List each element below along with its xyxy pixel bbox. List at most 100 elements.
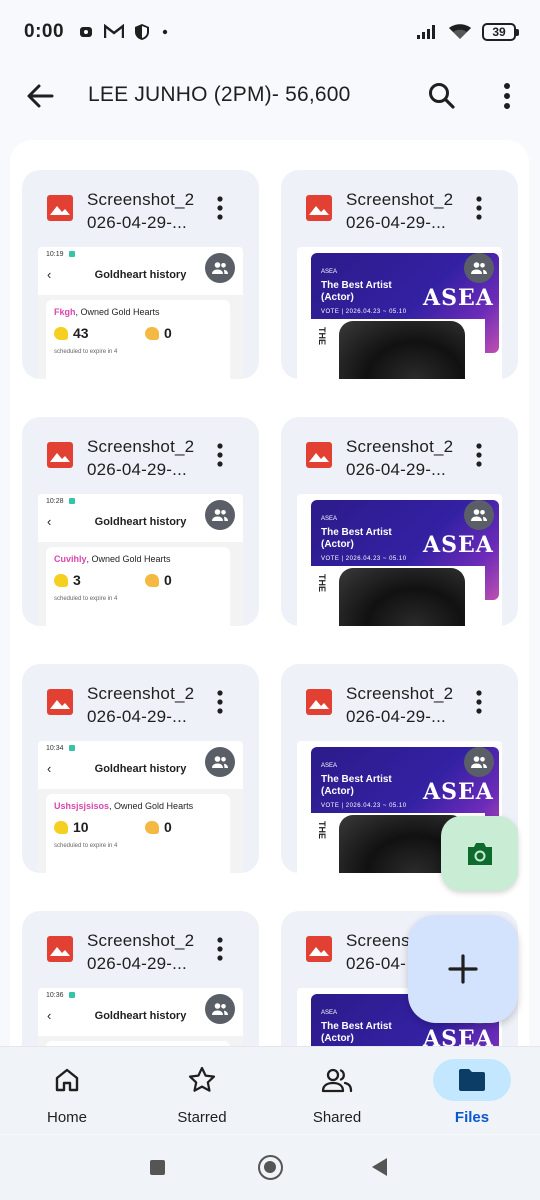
nav-files-label: Files [454,1109,490,1126]
thumb-app-dot-icon [68,992,75,998]
thumb-user-line: Cuvihly, Owned Gold Hearts [54,554,222,564]
thumb-owned-label: , Owned Gold Hearts [75,307,160,317]
thumb-time: 10:19 [46,250,64,258]
asea-title-line2: (Actor) [321,1033,354,1044]
thumb-owned-label: , Owned Gold Hearts [86,554,171,564]
file-thumbnail[interactable]: ASEA The Best Artist (Actor) VOTE | 2026.… [297,494,502,626]
thumb-app-dot-icon [68,251,75,257]
file-card[interactable]: Screenshot_2 026-04-29-... 10:36 ‹ Goldh… [22,911,259,1046]
shared-people-icon [464,747,494,777]
file-more-button[interactable] [469,441,489,471]
image-file-icon [306,442,332,468]
file-thumbnail[interactable]: 10:19 ‹ Goldheart history Fkgh, Owned Go… [38,247,243,379]
file-card-header: Screenshot_2 026-04-29-... [281,664,518,740]
asea-title: The Best Artist (Actor) [321,527,392,551]
file-more-button[interactable] [210,441,230,471]
thumb-panel: Ushsjsjsisos, Owned Gold Hearts 10 0 sch… [38,789,243,873]
file-name: Screenshot_2 026-04-29-... [346,684,454,726]
back-button[interactable] [22,78,58,114]
recents-button[interactable] [150,1160,165,1175]
file-more-button[interactable] [210,688,230,718]
thumb-half-count: 0 [164,325,172,341]
file-card[interactable]: Screenshot_2 026-04-29-... 10:28 ‹ Goldh… [22,417,259,626]
thumb-panel: Fkgh, Owned Gold Hearts 43 0 scheduled t… [38,295,243,379]
thumb-card: Cuvihly, Owned Gold Hearts 3 0 scheduled… [46,547,230,626]
battery-level: 39 [492,25,506,39]
search-button[interactable] [424,78,460,114]
file-thumbnail[interactable]: ASEA The Best Artist (Actor) VOTE | 2026.… [297,247,502,379]
asea-strip-text: THE [317,327,327,345]
file-card[interactable]: Screenshot_2 026-04-29-... 10:34 ‹ Goldh… [22,664,259,873]
status-time: 0:00 [24,21,65,42]
shared-people-icon [205,253,235,283]
shared-people-icon [205,747,235,777]
file-more-button[interactable] [469,194,489,224]
game-icon [80,27,93,37]
file-card-header: Screenshot_2 026-04-29-... [22,664,259,740]
more-vert-icon [476,196,482,220]
nav-files[interactable]: Files [433,1059,540,1129]
gold-heart-icon [54,820,68,834]
more-vert-icon [504,83,510,109]
new-file-button[interactable] [408,915,518,1023]
thumb-hearts-count: 10 [73,819,89,835]
home-button[interactable] [258,1155,283,1180]
asea-small-label: ASEA [321,1010,338,1016]
shared-people-icon [205,994,235,1024]
asea-title: The Best Artist (Actor) [321,1021,392,1045]
file-card[interactable]: Screenshot_2 026-04-29-... ASEA The Best… [281,170,518,379]
thumb-hearts-count: 43 [73,325,89,341]
asea-strip-text: THE [317,821,327,839]
people-icon [321,1068,353,1093]
asea-logo: ASEA [423,285,494,311]
shield-icon [135,24,150,40]
file-thumbnail[interactable]: 10:34 ‹ Goldheart history Ushsjsjsisos, … [38,741,243,873]
thumb-expire-text: scheduled to expire in 4 [54,349,118,355]
file-thumbnail[interactable]: 10:28 ‹ Goldheart history Cuvihly, Owned… [38,494,243,626]
more-vert-icon [476,690,482,714]
page-title: LEE JUNHO (2PM)- 56,600 [88,83,351,106]
asea-vote-dates: VOTE | 2026.04.23 ~ 05.10 [321,556,407,562]
camera-icon [467,842,492,865]
file-thumbnail[interactable]: 10:36 ‹ Goldheart history [38,988,243,1046]
image-file-icon [47,442,73,468]
file-card-header: Screenshot_2 026-04-29-... [22,911,259,987]
asea-photo-area: THE [297,566,485,626]
thumb-half-count: 0 [164,819,172,835]
file-more-button[interactable] [210,194,230,224]
half-heart-icon [145,326,159,340]
file-card[interactable]: Screenshot_2 026-04-29-... ASEA The Best… [281,417,518,626]
nav-shared[interactable]: Shared [298,1059,408,1129]
file-name: Screenshot_2 026-04-29-... [87,437,195,479]
asea-vote-dates: VOTE | 2026.04.23 ~ 05.10 [321,803,407,809]
image-file-icon [306,195,332,221]
file-name: Screenshot_2 026-04-29-... [87,931,195,973]
file-name: Screenshot_2 026-04-29-... [346,190,454,232]
scan-camera-button[interactable] [441,816,518,891]
file-more-button[interactable] [469,688,489,718]
image-file-icon [47,936,73,962]
nav-shared-pill [298,1059,376,1101]
file-card[interactable]: Screenshot_2 026-04-29-... 10:19 ‹ Goldh… [22,170,259,379]
nav-home-label: Home [46,1109,87,1126]
nav-starred[interactable]: Starred [163,1059,273,1129]
file-more-button[interactable] [210,935,230,965]
folder-icon [459,1069,485,1091]
asea-title-line1: The Best Artist [321,527,392,538]
signal-icon [417,25,435,39]
thumb-owned-label: , Owned Gold Hearts [109,801,194,811]
thumb-app-dot-icon [68,745,75,751]
status-bar: 0:00 39 [0,0,540,64]
thumb-username: Fkgh [54,307,76,317]
status-right: 39 [416,23,519,41]
more-vert-icon [217,196,223,220]
half-heart-icon [145,573,159,587]
dot-icon [162,29,168,35]
more-options-button[interactable] [492,78,522,114]
thumb-time: 10:36 [46,991,64,999]
file-list-container[interactable]: Screenshot_2 026-04-29-... 10:19 ‹ Goldh… [10,140,529,1046]
nav-home[interactable]: Home [28,1059,138,1129]
system-back-button[interactable] [372,1158,387,1176]
star-icon [188,1066,216,1092]
more-vert-icon [217,937,223,961]
